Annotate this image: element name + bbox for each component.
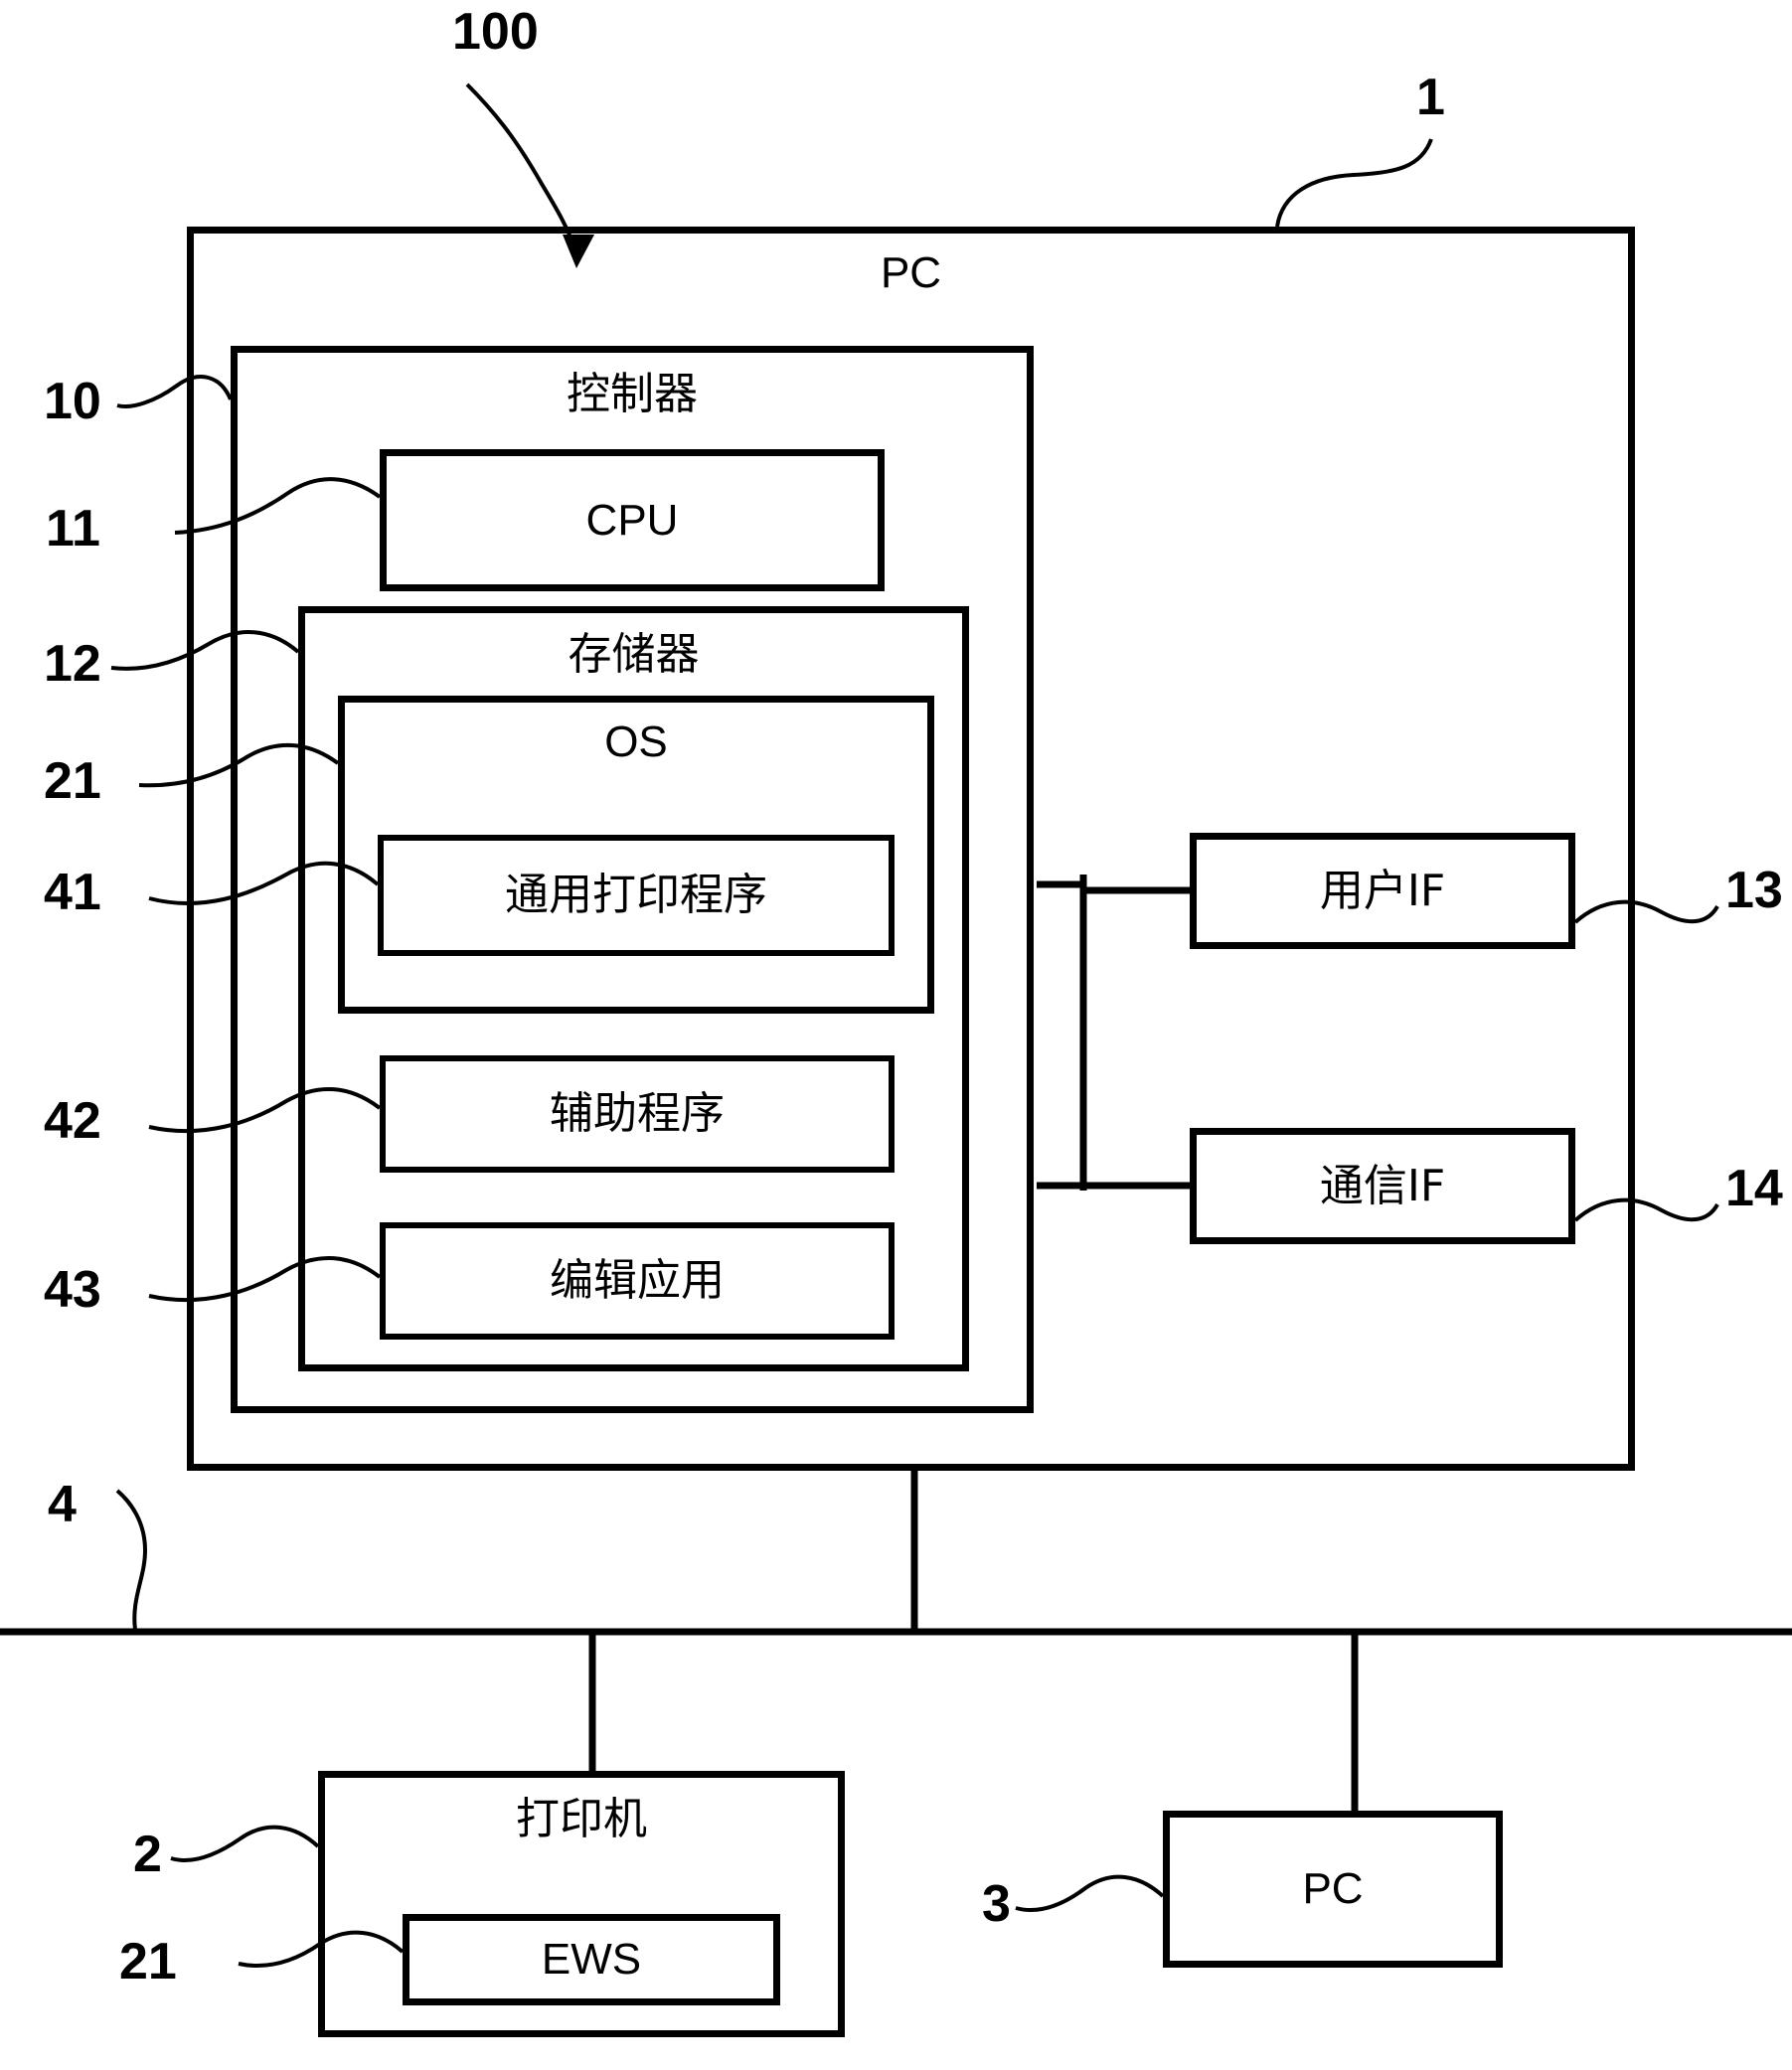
ref-42: 42 [44, 1092, 101, 1150]
ref-3: 3 [982, 1875, 1011, 1933]
user-if-label: 用户IF [1319, 865, 1446, 916]
pc-remote-label: PC [1302, 1864, 1364, 1913]
ref-11: 11 [46, 500, 100, 557]
cpu-label: CPU [585, 495, 679, 545]
printer-label: 打印机 [516, 1794, 647, 1844]
ref-100: 100 [452, 3, 539, 61]
memory-label: 存储器 [568, 629, 700, 680]
helper-program-box[interactable]: 辅助程序 [380, 1055, 895, 1173]
ref-13: 13 [1725, 862, 1783, 919]
os-label: OS [604, 717, 668, 766]
comm-if-box[interactable]: 通信IF [1190, 1128, 1575, 1244]
ref-4: 4 [48, 1476, 77, 1533]
ref-12: 12 [44, 635, 101, 693]
ews-label: EWS [541, 1935, 642, 1984]
universal-print-program-label: 通用打印程序 [505, 870, 767, 920]
ref-21-os: 21 [44, 752, 101, 810]
helper-program-label: 辅助程序 [550, 1088, 725, 1139]
ref-21-ews: 21 [119, 1933, 177, 1990]
ref-41: 41 [44, 864, 101, 921]
editing-application-box[interactable]: 编辑应用 [380, 1222, 895, 1340]
ref-43: 43 [44, 1261, 101, 1319]
ref-10: 10 [44, 373, 101, 430]
controller-label: 控制器 [567, 369, 698, 419]
pc-remote-box[interactable]: PC [1163, 1811, 1503, 1968]
pc-main-label: PC [880, 248, 942, 297]
user-if-box[interactable]: 用户IF [1190, 833, 1575, 949]
comm-if-label: 通信IF [1319, 1160, 1446, 1211]
universal-print-program-box[interactable]: 通用打印程序 [378, 835, 895, 956]
ref-2: 2 [133, 1826, 162, 1883]
cpu-box[interactable]: CPU [380, 449, 885, 591]
ref-14: 14 [1725, 1160, 1783, 1217]
figure-canvas: 100 1 10 11 12 21 41 42 43 13 14 4 2 21 … [0, 0, 1792, 2070]
editing-application-label: 编辑应用 [550, 1255, 725, 1306]
ews-box[interactable]: EWS [403, 1914, 780, 2005]
ref-1: 1 [1416, 69, 1445, 126]
